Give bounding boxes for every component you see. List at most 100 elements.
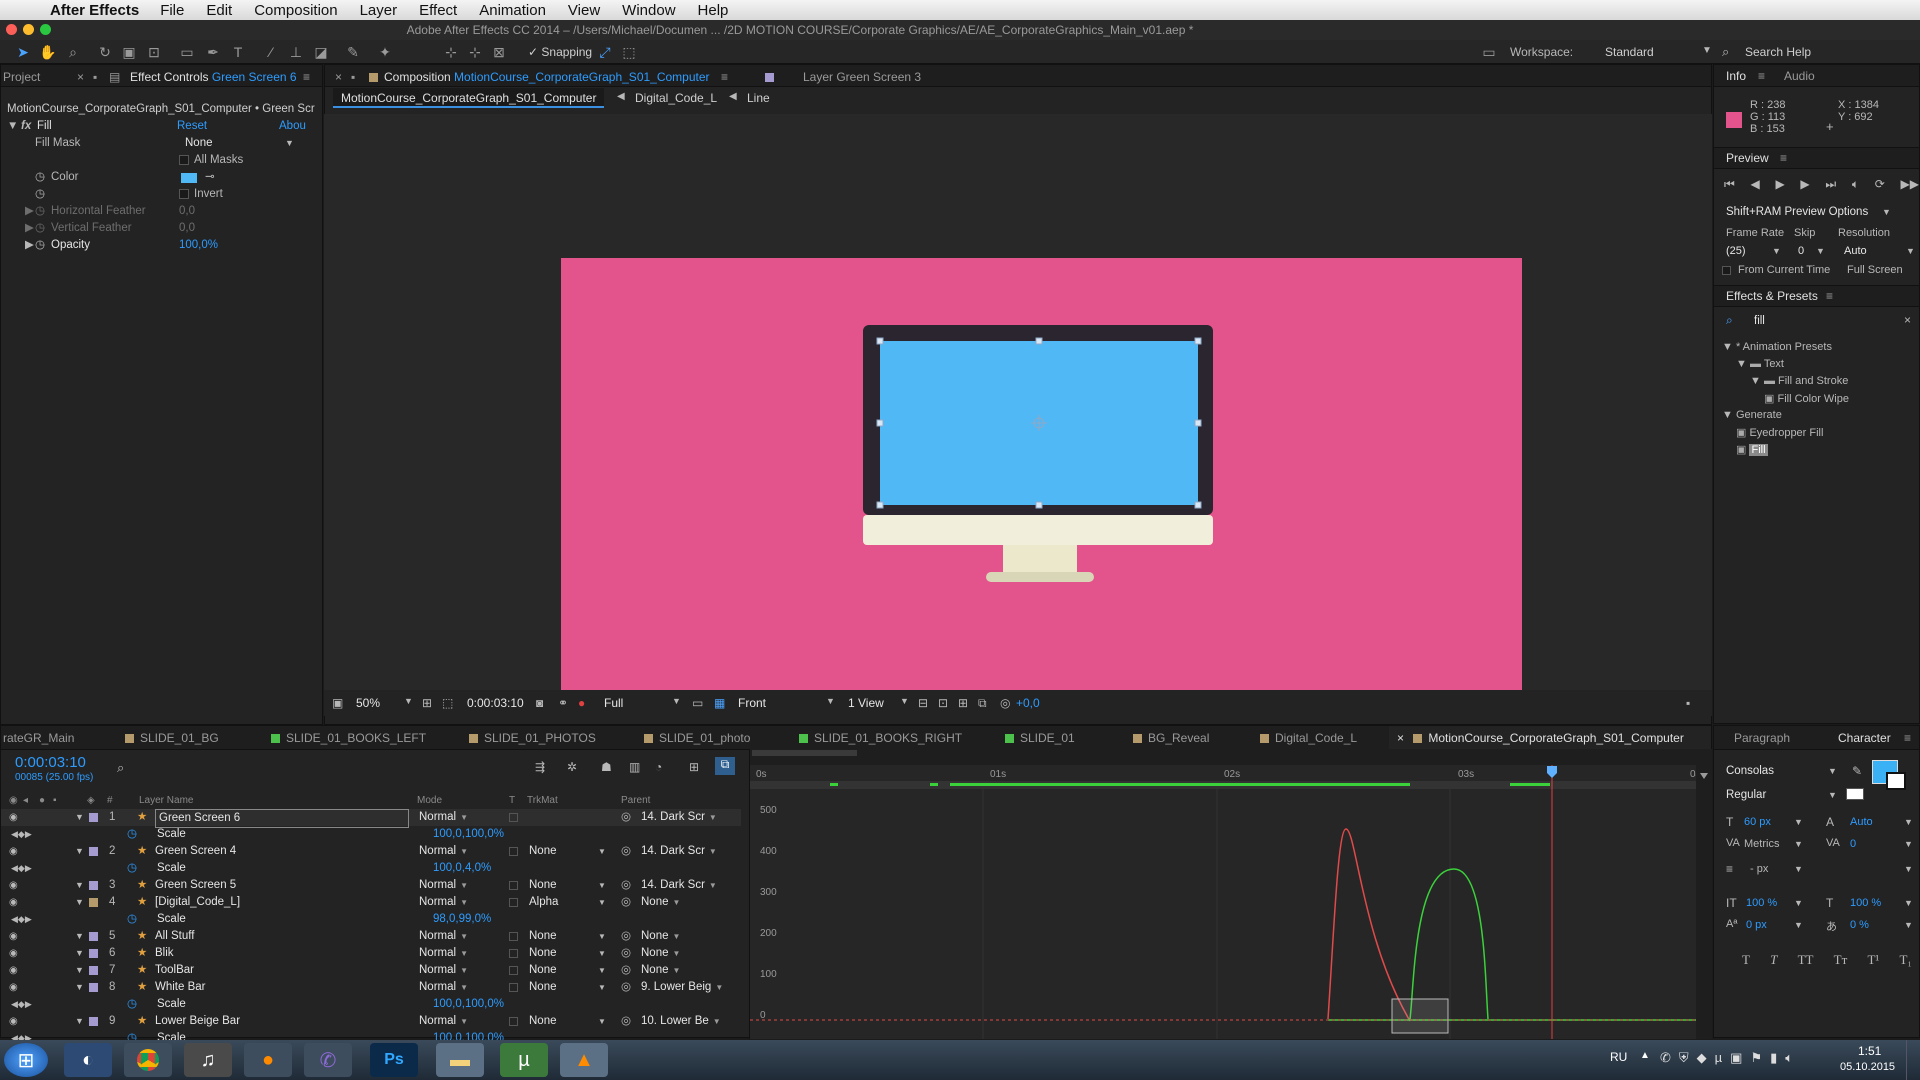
close-icon[interactable]: × [77, 66, 84, 88]
chevron-down-icon[interactable]: ▼ [1906, 246, 1915, 256]
tab-photos[interactable]: SLIDE_01_PHOTOS [469, 726, 596, 750]
layer-row[interactable]: ◉ ▼ 8 ★ White Bar Normal None ▼ ◎ 9. Lower Beig [1, 979, 741, 996]
keyframe-nav-icon[interactable]: ◀◆▶ [11, 860, 32, 877]
chevron-down-icon[interactable]: ▼ [1772, 246, 1781, 256]
effects-tree-item[interactable]: ▼ Generate [1722, 409, 1782, 421]
pick-whip-icon[interactable]: ◎ [621, 928, 631, 945]
label-color-swatch[interactable] [89, 932, 98, 941]
tab-books-left[interactable]: SLIDE_01_BOOKS_LEFT [271, 726, 426, 750]
parent-select[interactable]: None [641, 928, 680, 945]
chevron-down-icon[interactable]: ▼ [598, 928, 606, 945]
play-icon[interactable]: ▶ [1775, 177, 1784, 195]
menu-help[interactable]: Help [687, 2, 740, 19]
preserve-transparency-checkbox[interactable] [509, 983, 518, 992]
trkmat-select[interactable]: None [529, 945, 557, 962]
expand-triangle-icon[interactable]: ▼ [1750, 375, 1761, 387]
clear-search-icon[interactable]: × [1904, 313, 1911, 327]
expand-triangle-icon[interactable]: ▼ [75, 1013, 84, 1030]
snapping-checkbox[interactable]: ✓ Snapping [528, 45, 592, 59]
exposure-value[interactable]: +0,0 [1016, 696, 1040, 710]
chevron-down-icon[interactable]: ▼ [1828, 766, 1837, 776]
effects-search-input[interactable]: fill [1754, 315, 1765, 327]
snap-features-icon[interactable]: ⬚ [620, 43, 638, 61]
eye-icon[interactable]: ◉ [9, 1013, 18, 1030]
tab-slide-bg[interactable]: SLIDE_01_BG [125, 726, 219, 750]
chevron-down-icon[interactable]: ▼ [598, 877, 606, 894]
label-color-swatch[interactable] [89, 847, 98, 856]
blend-mode-select[interactable]: Normal [419, 1013, 468, 1030]
col-layer-name[interactable]: Layer Name [139, 792, 193, 809]
trkmat-select[interactable]: None [529, 928, 557, 945]
explorer-icon[interactable]: ◐ [64, 1043, 112, 1077]
ram-preview-icon[interactable]: ▶▶ [1901, 177, 1919, 195]
view-select[interactable]: Front [738, 696, 766, 710]
full-screen-label[interactable]: Full Screen [1847, 264, 1903, 276]
property-row[interactable]: ◀◆▶ ◷ Scale 100,0,100,0% [1, 826, 741, 843]
label-color-swatch[interactable] [89, 881, 98, 890]
rotate-tool-icon[interactable]: ↻ [96, 43, 114, 61]
font-style-select[interactable]: Regular [1726, 789, 1766, 801]
parent-select[interactable]: 9. Lower Beig [641, 979, 723, 996]
expand-triangle-icon[interactable]: ▼ [75, 928, 84, 945]
viewer-timecode[interactable]: 0:00:03:10 [467, 696, 524, 710]
tab-composition[interactable]: Composition MotionCourse_CorporateGraph_… [369, 66, 710, 88]
panel-menu-icon[interactable]: ≡ [721, 66, 728, 88]
blend-mode-select[interactable]: Normal [419, 809, 468, 826]
expand-triangle-icon[interactable]: ▼ [75, 945, 84, 962]
utorrent-tray-icon[interactable]: µ [1715, 1050, 1723, 1066]
chevron-down-icon[interactable]: ▼ [1794, 920, 1803, 930]
label-color-swatch[interactable] [89, 898, 98, 907]
label-color-swatch[interactable] [89, 813, 98, 822]
resolution-select[interactable]: Full [604, 696, 623, 710]
subscript-icon[interactable]: T₁ [1899, 952, 1911, 968]
effects-tree-item[interactable]: ▣ Eyedropper Fill [1736, 426, 1823, 439]
firefox-icon[interactable]: ● [244, 1043, 292, 1077]
effects-tree-item[interactable]: ▣ Fill [1736, 443, 1768, 456]
expand-triangle-icon[interactable]: ▼ [75, 979, 84, 996]
menu-animation[interactable]: Animation [468, 2, 557, 19]
blend-mode-select[interactable]: Normal [419, 877, 468, 894]
no-fill-icon[interactable] [1846, 788, 1864, 800]
vertical-scale-value[interactable]: 100 % [1746, 897, 1777, 909]
blend-mode-select[interactable]: Normal [419, 945, 468, 962]
property-value[interactable]: 100,0,4,0% [433, 860, 491, 877]
menu-window[interactable]: Window [611, 2, 686, 19]
next-frame-icon[interactable]: ▶︎ [1800, 177, 1809, 195]
tab-project[interactable]: Project [3, 66, 40, 88]
stopwatch-icon[interactable]: ◷ [127, 860, 137, 877]
eye-icon[interactable]: ◉ [9, 809, 18, 826]
tab-effect-controls[interactable]: Effect Controls Green Screen 6 [130, 66, 297, 88]
label-color-swatch[interactable] [89, 983, 98, 992]
preserve-transparency-checkbox[interactable] [509, 949, 518, 958]
marquee-selection[interactable] [1391, 998, 1449, 1034]
keyframe-nav-icon[interactable]: ◀◆▶ [11, 996, 32, 1013]
dropbox-tray-icon[interactable]: ◆ [1697, 1050, 1707, 1066]
layer-name[interactable]: Green Screen 5 [155, 877, 236, 894]
last-frame-icon[interactable]: ⏭ [1825, 177, 1836, 195]
axis-view-icon[interactable]: ⊠ [490, 43, 508, 61]
tab-books-right[interactable]: SLIDE_01_BOOKS_RIGHT [799, 726, 962, 750]
green-curve[interactable] [1409, 868, 1489, 1020]
grid-toggle-icon[interactable]: ▣ [332, 696, 343, 710]
layer-row[interactable]: ◉ ▼ 7 ★ ToolBar Normal None ▼ ◎ None [1, 962, 741, 979]
safe-margins-icon[interactable]: ⊞ [422, 696, 432, 710]
start-button[interactable]: ⊞ [4, 1043, 48, 1077]
layer-row[interactable]: ◉ ▼ 4 ★ [Digital_Code_L] Normal Alpha ▼ ◎ None [1, 894, 741, 911]
lock-icon[interactable]: ▪ [351, 66, 355, 88]
trkmat-select[interactable]: None [529, 877, 557, 894]
chevron-down-icon[interactable]: ▼ [1794, 817, 1803, 827]
motion-blur-icon[interactable]: ◔ [655, 760, 662, 774]
parent-select[interactable]: 10. Lower Be [641, 1013, 721, 1030]
blend-mode-select[interactable]: Normal [419, 843, 468, 860]
chevron-down-icon[interactable]: ▼ [1904, 839, 1913, 849]
work-area-bar[interactable] [752, 750, 857, 756]
pick-whip-icon[interactable]: ◎ [621, 809, 631, 826]
tab-photo[interactable]: SLIDE_01_photo [644, 726, 750, 750]
crumb-digital-code[interactable]: Digital_Code_L [635, 91, 717, 105]
chevron-down-icon[interactable]: ▼ [598, 843, 606, 860]
kerning-value[interactable]: Metrics [1744, 838, 1779, 850]
stopwatch-icon[interactable]: ◷ [35, 203, 45, 220]
ram-preview-options[interactable]: Shift+RAM Preview Options [1726, 206, 1868, 218]
label-color-swatch[interactable] [89, 949, 98, 958]
snapshot-icon[interactable]: ◙ [536, 696, 543, 710]
